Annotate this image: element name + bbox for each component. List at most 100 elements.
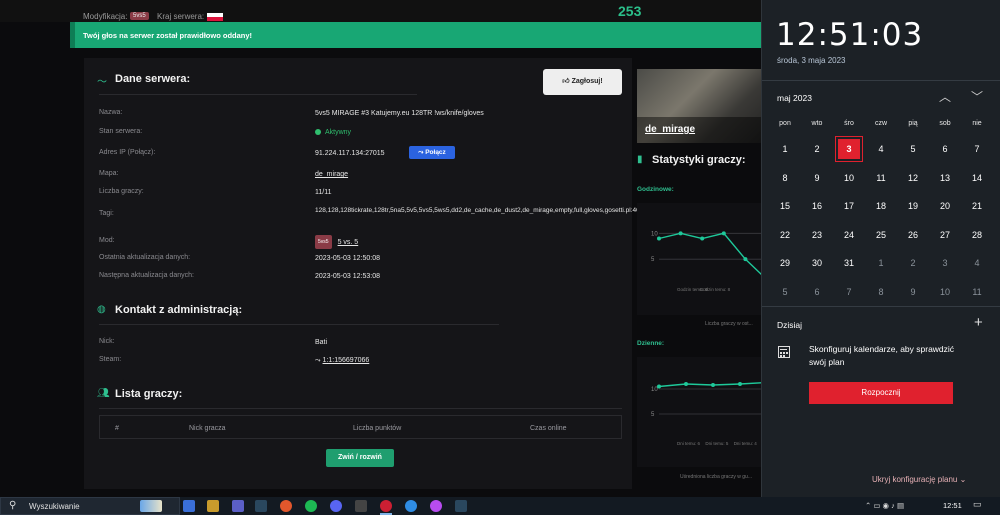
calendar-day-today[interactable]: 3 <box>833 135 865 163</box>
calendar-day[interactable]: 9 <box>801 164 833 192</box>
steam-icon[interactable] <box>255 500 267 512</box>
field-label: Mapa: <box>99 170 119 177</box>
data-point[interactable] <box>678 231 683 236</box>
data-point[interactable] <box>657 384 661 389</box>
calendar-day[interactable]: 27 <box>929 221 961 249</box>
calendar-day[interactable]: 28 <box>961 221 993 249</box>
map-link[interactable]: de_mirage <box>315 170 375 180</box>
calendar-day[interactable]: 21 <box>961 192 993 220</box>
pulse-icon: 〜 <box>97 77 107 88</box>
chevron-down-icon[interactable]: ﹀ <box>968 88 986 106</box>
data-point[interactable] <box>700 236 705 241</box>
calendar-day[interactable]: 9 <box>897 278 929 306</box>
map-name-link[interactable]: de_mirage <box>645 124 695 135</box>
calendar-day[interactable]: 13 <box>929 164 961 192</box>
discord-icon[interactable] <box>330 500 342 512</box>
notification-icon[interactable]: ▭ <box>973 499 982 510</box>
status-text: Aktywny <box>325 129 352 136</box>
hide-plan-link[interactable]: Ukryj konfigurację planu ⌄ <box>872 475 966 484</box>
field-label: Nazwa: <box>99 109 123 116</box>
calendar-day[interactable]: 23 <box>801 221 833 249</box>
full-date-link[interactable]: środa, 3 maja 2023 <box>777 56 846 65</box>
tray-clock[interactable]: 12:51 <box>943 501 962 510</box>
vote-button[interactable]: 👍︎ Zagłosuj! <box>543 69 622 95</box>
toggle-players-button[interactable]: Zwiń / rozwiń <box>326 449 394 467</box>
calendar-day[interactable]: 1 <box>769 135 801 163</box>
calendar-day[interactable]: 18 <box>865 192 897 220</box>
calendar-day[interactable]: 3 <box>929 249 961 277</box>
data-point[interactable] <box>711 383 715 387</box>
calendar-day[interactable]: 11 <box>961 278 993 306</box>
weekday-header: sob <box>939 120 951 127</box>
data-point[interactable] <box>657 236 661 241</box>
calendar-day[interactable]: 31 <box>833 249 865 277</box>
field-label: Stan serwera: <box>99 128 143 135</box>
divider <box>99 324 499 325</box>
app-icon[interactable] <box>280 500 292 512</box>
calendar-day[interactable]: 29 <box>769 249 801 277</box>
calendar-day[interactable]: 22 <box>769 221 801 249</box>
calendar-day[interactable]: 8 <box>865 278 897 306</box>
opera-icon[interactable] <box>380 500 392 512</box>
tray-icons[interactable]: ⌃ ▭ ◉ ♪ ▤ <box>865 501 904 510</box>
calendar-day[interactable]: 25 <box>865 221 897 249</box>
calendar-day[interactable]: 15 <box>769 192 801 220</box>
country-label: Kraj serwera: <box>157 12 205 21</box>
daily-caption: Uśredniona liczba graczy w gu... <box>680 474 752 480</box>
task-view-icon[interactable] <box>183 500 195 512</box>
y-tick-label: 10 <box>651 231 658 237</box>
calendar-day[interactable]: 7 <box>833 278 865 306</box>
calendar-day[interactable]: 16 <box>801 192 833 220</box>
calendar-day[interactable]: 4 <box>865 135 897 163</box>
calendar-day[interactable]: 14 <box>961 164 993 192</box>
calendar-day[interactable]: 11 <box>865 164 897 192</box>
steam-icon[interactable] <box>455 500 467 512</box>
data-point[interactable] <box>721 231 726 236</box>
server-data-title: Dane serwera: <box>115 73 191 85</box>
data-point[interactable] <box>738 382 742 386</box>
steam-link[interactable]: 1:1:156697066 <box>323 357 370 364</box>
widget-icon[interactable] <box>140 500 162 512</box>
calendar-day[interactable]: 5 <box>769 278 801 306</box>
hourly-label: Godzinowe: <box>637 186 674 193</box>
calendar-day[interactable]: 24 <box>833 221 865 249</box>
calendar-day[interactable]: 12 <box>897 164 929 192</box>
calendar-day[interactable]: 2 <box>801 135 833 163</box>
calendar-day[interactable]: 2 <box>897 249 929 277</box>
calendar-day[interactable]: 20 <box>929 192 961 220</box>
weekday-header: pon <box>779 120 791 127</box>
calendar-day[interactable]: 19 <box>897 192 929 220</box>
chevron-up-icon[interactable]: ︿ <box>936 88 954 106</box>
file-explorer-icon[interactable] <box>207 500 219 512</box>
calendar-icon <box>778 346 790 358</box>
calendar-day[interactable]: 5 <box>897 135 929 163</box>
calendar-day[interactable]: 17 <box>833 192 865 220</box>
calendar-day[interactable]: 6 <box>801 278 833 306</box>
month-label[interactable]: maj 2023 <box>777 93 812 103</box>
app-icon[interactable] <box>405 500 417 512</box>
app-icon[interactable] <box>355 500 367 512</box>
calendar-day[interactable]: 7 <box>961 135 993 163</box>
search-placeholder: Wyszukiwanie <box>29 502 80 511</box>
calendar-day[interactable]: 10 <box>833 164 865 192</box>
clock-time: 12:51:03 <box>776 17 924 53</box>
data-point[interactable] <box>684 382 688 386</box>
calendar-day[interactable]: 6 <box>929 135 961 163</box>
connect-button[interactable]: ⤳ Połącz <box>409 146 455 159</box>
series-line <box>658 381 768 388</box>
calendar-day[interactable]: 10 <box>929 278 961 306</box>
last-update: 2023-05-03 12:50:08 <box>315 255 380 262</box>
search-icon: ⚲ <box>9 500 17 511</box>
start-button[interactable]: Rozpocznij <box>809 382 953 404</box>
mod-link[interactable]: 5 vs. 5 <box>338 239 359 246</box>
calendar-day[interactable]: 1 <box>865 249 897 277</box>
calendar-day[interactable]: 30 <box>801 249 833 277</box>
teams-icon[interactable] <box>232 500 244 512</box>
calendar-day[interactable]: 4 <box>961 249 993 277</box>
data-point[interactable] <box>743 257 748 262</box>
spotify-icon[interactable] <box>305 500 317 512</box>
calendar-day[interactable]: 26 <box>897 221 929 249</box>
add-event-icon[interactable]: + <box>974 314 983 331</box>
calendar-day[interactable]: 8 <box>769 164 801 192</box>
messenger-icon[interactable] <box>430 500 442 512</box>
